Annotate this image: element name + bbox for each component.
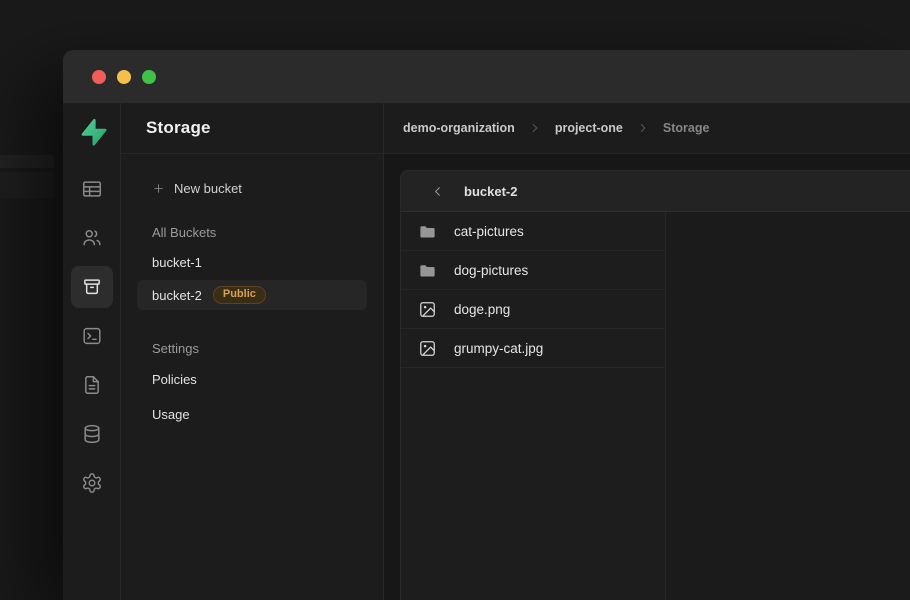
nav-item-terminal[interactable]	[71, 315, 113, 357]
users-icon	[81, 227, 103, 249]
settings-item-usage[interactable]: Usage	[137, 398, 367, 430]
image-icon	[418, 339, 437, 358]
bucket-panel-title: bucket-2	[464, 184, 517, 199]
back-chevron-button[interactable]	[430, 184, 445, 199]
all-buckets-label: All Buckets	[137, 220, 367, 244]
breadcrumb-item-demo-organization[interactable]: demo-organization	[403, 121, 515, 135]
breadcrumb-item-project-one[interactable]: project-one	[555, 121, 623, 135]
nav-item-table[interactable]	[71, 168, 113, 210]
storage-sidebar: Storage New bucket All Buckets bucket-1 b…	[121, 103, 384, 600]
traffic-light-zoom[interactable]	[142, 70, 156, 84]
public-badge: Public	[213, 286, 266, 304]
file-row-grumpy-cat.jpg[interactable]: grumpy-cat.jpg	[401, 329, 665, 368]
gear-icon	[81, 472, 103, 494]
background-card-strip	[0, 155, 54, 168]
file-browser-panel: bucket-2 cat-pictures dog-pictures doge.pn…	[400, 170, 910, 600]
settings-item-policies[interactable]: Policies	[137, 363, 367, 395]
nav-item-document[interactable]	[71, 364, 113, 406]
plus-icon	[152, 182, 165, 195]
nav-item-settings[interactable]	[71, 462, 113, 504]
new-bucket-button[interactable]: New bucket	[137, 176, 367, 200]
image-icon	[418, 300, 437, 319]
document-icon	[81, 374, 103, 396]
nav-item-database[interactable]	[71, 413, 113, 455]
background-card-strip	[0, 172, 54, 198]
file-name: dog-pictures	[454, 263, 528, 278]
chevron-right-icon	[528, 121, 542, 135]
file-row-doge.png[interactable]: doge.png	[401, 290, 665, 329]
file-browser-header: bucket-2	[401, 171, 910, 212]
window-titlebar	[63, 50, 910, 103]
terminal-icon	[81, 325, 103, 347]
supabase-logo-icon[interactable]	[77, 117, 107, 147]
file-preview-column	[666, 212, 910, 600]
breadcrumb-item-storage: Storage	[663, 121, 710, 135]
nav-item-users[interactable]	[71, 217, 113, 259]
new-bucket-label: New bucket	[174, 181, 242, 196]
table-icon	[81, 178, 103, 200]
folder-icon	[418, 261, 437, 280]
file-row-cat-pictures[interactable]: cat-pictures	[401, 212, 665, 251]
database-icon	[81, 423, 103, 445]
bucket-item-bucket-1[interactable]: bucket-1	[137, 247, 367, 277]
sidebar-header: Storage	[121, 103, 383, 154]
bucket-name: bucket-2	[152, 288, 202, 303]
folder-icon	[418, 222, 437, 241]
page-title: Storage	[146, 118, 211, 138]
traffic-light-minimize[interactable]	[117, 70, 131, 84]
file-name: doge.png	[454, 302, 510, 317]
storage-icon	[81, 276, 103, 298]
file-name: cat-pictures	[454, 224, 524, 239]
nav-rail	[63, 103, 121, 600]
file-name: grumpy-cat.jpg	[454, 341, 543, 356]
file-list-column: cat-pictures dog-pictures doge.png grumpy-c…	[401, 212, 666, 600]
app-window: Storage New bucket All Buckets bucket-1 b…	[63, 50, 910, 600]
bucket-item-bucket-2[interactable]: bucket-2 Public	[137, 280, 367, 310]
nav-item-storage[interactable]	[71, 266, 113, 308]
settings-section-label: Settings	[137, 336, 367, 360]
file-row-dog-pictures[interactable]: dog-pictures	[401, 251, 665, 290]
bucket-name: bucket-1	[152, 255, 202, 270]
main-area: demo-organization project-one Storage buck…	[384, 103, 910, 600]
chevron-right-icon	[636, 121, 650, 135]
breadcrumb: demo-organization project-one Storage	[384, 103, 910, 154]
traffic-light-close[interactable]	[92, 70, 106, 84]
